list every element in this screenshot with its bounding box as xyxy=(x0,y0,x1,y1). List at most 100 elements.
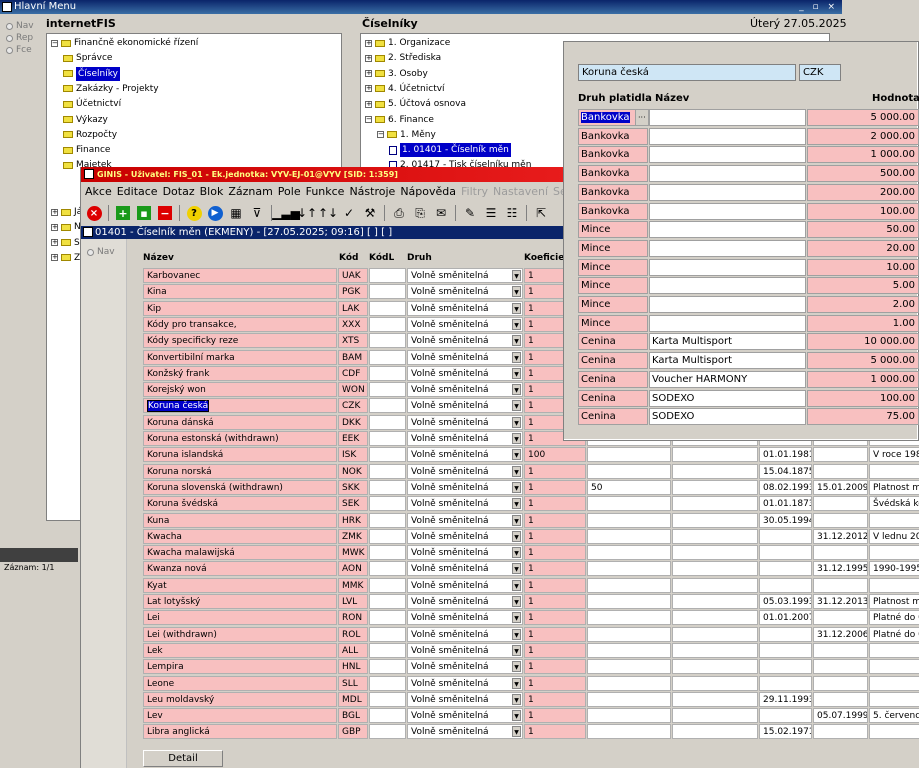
open-external-button[interactable]: ⇱ xyxy=(532,204,550,222)
cell-c1[interactable] xyxy=(587,463,671,479)
cell-nazev[interactable]: Karta Multisport xyxy=(649,352,806,370)
cell-kod[interactable]: XTS xyxy=(338,333,368,349)
cell-druh[interactable]: Volně směnitelná ▼ xyxy=(407,479,523,495)
cell-druh[interactable]: Bankovka xyxy=(578,146,648,164)
cell-note[interactable]: Platnost měn xyxy=(869,594,919,609)
cell-nazev[interactable] xyxy=(649,314,806,332)
cell-d2[interactable]: 31.12.2006 xyxy=(813,626,868,642)
cell-d1[interactable]: 30.05.1994 xyxy=(759,512,812,528)
expand-icon[interactable]: + xyxy=(365,70,372,78)
cell-nazev[interactable]: SODEXO xyxy=(649,389,806,407)
cell-nazev[interactable]: Lempira xyxy=(143,659,337,675)
cell-nazev[interactable]: Lek xyxy=(143,642,337,658)
cell-druh[interactable]: Cenina xyxy=(578,408,648,426)
save-button[interactable]: ▪ xyxy=(135,204,153,222)
cell-nazev[interactable]: Lei xyxy=(143,610,337,626)
expand-icon[interactable]: + xyxy=(51,208,58,216)
cell-nazev[interactable]: Koruna islandská xyxy=(143,447,337,463)
cell-d2[interactable] xyxy=(813,642,868,658)
cell-nazev[interactable] xyxy=(649,146,806,164)
cell-druh[interactable]: Mince xyxy=(578,296,648,313)
cell-note[interactable]: 5. července xyxy=(869,708,919,724)
cell-c1[interactable] xyxy=(587,512,671,528)
cell-kodl[interactable] xyxy=(369,675,406,691)
cell-hodnota[interactable]: 1.00 xyxy=(807,314,919,332)
cell-druh[interactable]: Volně směnitelná ▼ xyxy=(407,268,523,283)
cell-nazev[interactable]: Koruna slovenská (withdrawn) xyxy=(143,479,337,495)
menu-item-nápověda[interactable]: Nápověda xyxy=(400,185,456,198)
cell-koef[interactable]: 1 xyxy=(524,545,586,561)
cell-nazev[interactable]: Kódy pro transakce, xyxy=(143,316,337,332)
tree-item[interactable]: +2. Střediska xyxy=(365,51,441,65)
cell-kodl[interactable] xyxy=(369,300,406,316)
cell-druh[interactable]: Cenina xyxy=(578,352,648,370)
cell-kod[interactable]: CZK xyxy=(338,398,368,414)
radio-nav[interactable]: Nav xyxy=(6,20,34,32)
menu-item-záznam[interactable]: Záznam xyxy=(228,185,272,198)
cell-hodnota[interactable]: 75.00 xyxy=(807,408,919,426)
email-button[interactable]: ✉ xyxy=(432,204,450,222)
cell-kodl[interactable] xyxy=(369,447,406,463)
tree-item[interactable]: +4. Účetnictví xyxy=(365,82,445,96)
cell-c1[interactable] xyxy=(587,447,671,463)
lov-button[interactable]: ··· xyxy=(635,109,649,126)
dropdown-arrow-icon[interactable]: ▼ xyxy=(512,693,521,705)
dropdown-arrow-icon[interactable]: ▼ xyxy=(512,661,521,673)
cell-kodl[interactable] xyxy=(369,268,406,283)
cell-c2[interactable] xyxy=(672,691,758,707)
cell-druh[interactable]: Volně směnitelná ▼ xyxy=(407,431,523,446)
expand-icon[interactable]: + xyxy=(365,100,372,108)
tree-item[interactable]: +3. Osoby xyxy=(365,67,428,81)
cell-kod[interactable]: SKK xyxy=(338,479,368,495)
cell-druh[interactable]: Volně směnitelná ▼ xyxy=(407,447,523,463)
cell-c1[interactable] xyxy=(587,691,671,707)
cell-c2[interactable] xyxy=(672,675,758,691)
cell-c2[interactable] xyxy=(672,528,758,544)
cell-nazev[interactable]: Kip xyxy=(143,300,337,316)
cell-druh[interactable]: Volně směnitelná ▼ xyxy=(407,659,523,675)
cell-kodl[interactable] xyxy=(369,463,406,479)
cell-d1[interactable]: 15.02.1971 xyxy=(759,724,812,740)
cell-koef[interactable]: 1 xyxy=(524,691,586,707)
menu-item-filtry[interactable]: Filtry xyxy=(461,185,488,198)
cell-kodl[interactable] xyxy=(369,659,406,675)
cell-note[interactable]: Platné do 01 xyxy=(869,610,919,626)
cell-nazev[interactable]: Voucher HARMONY xyxy=(649,370,806,388)
cell-hodnota[interactable]: 10 000.00 xyxy=(807,333,919,351)
cell-koef[interactable]: 1 xyxy=(524,708,586,724)
cell-kod[interactable]: BAM xyxy=(338,349,368,365)
cell-nazev[interactable]: Kyat xyxy=(143,577,337,593)
detail-button[interactable]: Detail xyxy=(143,750,223,767)
sort-asc-button[interactable]: ↓↑ xyxy=(297,204,317,222)
tree-item[interactable]: + Já xyxy=(51,205,82,219)
cell-druh[interactable]: Volně směnitelná ▼ xyxy=(407,724,523,740)
cell-kod[interactable]: SEK xyxy=(338,496,368,512)
dropdown-arrow-icon[interactable]: ▼ xyxy=(512,677,521,689)
cell-d1[interactable] xyxy=(759,675,812,691)
cell-hodnota[interactable]: 5 000.00 xyxy=(807,109,919,126)
cell-hodnota[interactable]: 5.00 xyxy=(807,277,919,295)
dropdown-arrow-icon[interactable]: ▼ xyxy=(512,612,521,624)
cell-kodl[interactable] xyxy=(369,431,406,446)
cell-c1[interactable] xyxy=(587,708,671,724)
menu-item-akce[interactable]: Akce xyxy=(85,185,112,198)
cell-kod[interactable]: UAK xyxy=(338,268,368,283)
cell-d2[interactable]: 05.07.1999 xyxy=(813,708,868,724)
tools-button[interactable]: ⚒ xyxy=(361,204,379,222)
cell-koef[interactable]: 1 xyxy=(524,528,586,544)
checklist-button[interactable]: ☷ xyxy=(503,204,521,222)
cell-nazev[interactable]: Kwanza nová xyxy=(143,561,337,577)
cell-c2[interactable] xyxy=(672,577,758,593)
cell-kod[interactable]: LAK xyxy=(338,300,368,316)
cell-note[interactable]: 1990-1995: n xyxy=(869,561,919,577)
cell-c2[interactable] xyxy=(672,626,758,642)
cell-c1[interactable] xyxy=(587,610,671,626)
cell-nazev[interactable] xyxy=(649,258,806,276)
cell-druh[interactable]: Volně směnitelná ▼ xyxy=(407,463,523,479)
cell-c2[interactable] xyxy=(672,545,758,561)
cell-hodnota[interactable]: 500.00 xyxy=(807,165,919,183)
cell-kodl[interactable] xyxy=(369,561,406,577)
cell-koef[interactable]: 100 xyxy=(524,447,586,463)
cell-nazev[interactable]: Karbovanec xyxy=(143,268,337,283)
dropdown-arrow-icon[interactable]: ▼ xyxy=(512,579,521,591)
